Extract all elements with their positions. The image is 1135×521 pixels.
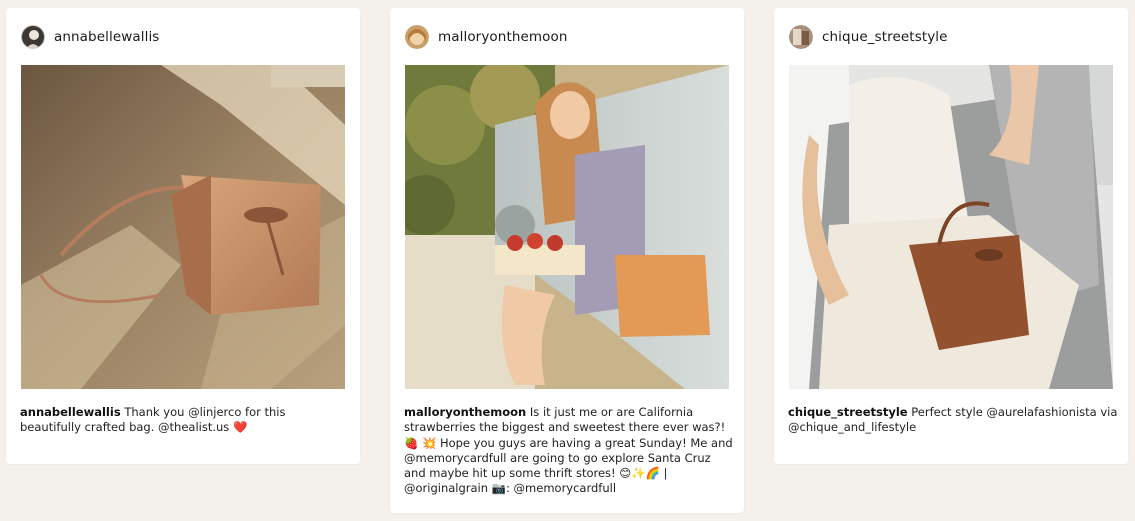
post-header: chique_streetstyle — [789, 24, 948, 50]
post-caption: annabellewallis Thank you @linjerco for … — [20, 405, 350, 436]
post-photo[interactable] — [789, 65, 1113, 389]
post-card[interactable]: malloryonthemoon malloryonthemoon Is it … — [390, 8, 744, 513]
post-username[interactable]: malloryonthemoon — [438, 29, 568, 45]
post-header: malloryonthemoon — [405, 24, 568, 50]
caption-username[interactable]: annabellewallis — [20, 405, 121, 419]
post-username[interactable]: chique_streetstyle — [822, 29, 948, 45]
post-photo[interactable] — [21, 65, 345, 389]
caption-username[interactable]: chique_streetstyle — [788, 405, 908, 419]
user-avatar[interactable] — [405, 25, 429, 49]
woman-brown-bag-photo-image — [789, 65, 1113, 389]
post-header: annabellewallis — [21, 24, 159, 50]
user-avatar[interactable] — [789, 25, 813, 49]
post-username[interactable]: annabellewallis — [54, 29, 159, 45]
post-photo[interactable] — [405, 65, 729, 389]
avatar-image — [21, 25, 45, 49]
caption-username[interactable]: malloryonthemoon — [404, 405, 526, 419]
post-card[interactable]: chique_streetstyle chique_streetstyle Pe… — [774, 8, 1128, 464]
post-caption: malloryonthemoon Is it just me or are Ca… — [404, 405, 734, 497]
user-avatar[interactable] — [21, 25, 45, 49]
instagram-feed: annabellewallis annabellewallis Thank yo… — [0, 0, 1135, 521]
bag-photo-image — [21, 65, 345, 389]
avatar-image — [789, 25, 813, 49]
post-card[interactable]: annabellewallis annabellewallis Thank yo… — [6, 8, 360, 464]
post-caption: chique_streetstyle Perfect style @aurela… — [788, 405, 1118, 436]
avatar-image — [405, 25, 429, 49]
woman-strawberries-photo-image — [405, 65, 729, 389]
